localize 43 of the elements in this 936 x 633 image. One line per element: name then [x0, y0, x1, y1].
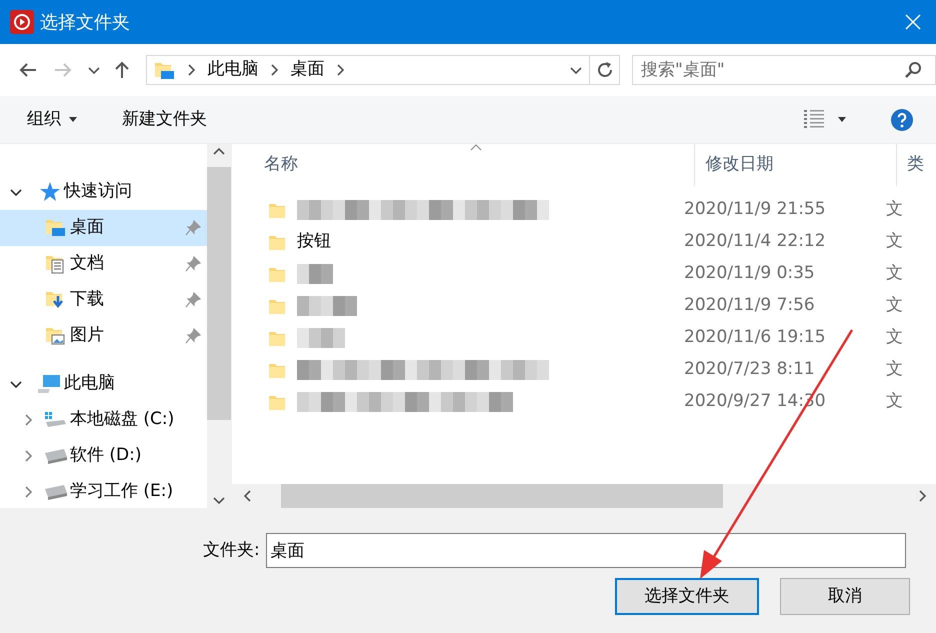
column-header[interactable]: 类 [896, 144, 936, 186]
file-row[interactable]: 2020/7/23 8:11 文 [232, 354, 936, 386]
file-type: 文 [885, 358, 903, 382]
nav-tree-item[interactable]: 文档 [0, 246, 207, 282]
breadcrumb-item[interactable]: 桌面 [290, 57, 324, 83]
file-type: 文 [885, 294, 903, 318]
cancel-button[interactable]: 取消 [780, 578, 910, 615]
column-header[interactable]: 名称 [232, 144, 694, 186]
nav-tree-item[interactable]: 本地磁盘 (C:) [0, 402, 207, 438]
breadcrumb-item[interactable]: 此电脑 [207, 57, 258, 83]
file-type: 文 [885, 326, 903, 350]
folder-name-field[interactable]: 桌面 [266, 533, 906, 568]
new-folder-button[interactable]: 新建文件夹 [122, 106, 207, 132]
file-name: 按钮 [297, 230, 331, 254]
modified-date: 2020/11/9 0:35 [683, 262, 816, 286]
file-row[interactable]: 2020/11/9 21:55 文 [232, 194, 936, 226]
window-title: 选择文件夹 [40, 10, 131, 34]
modified-date: 2020/11/9 21:55 [683, 198, 827, 222]
nav-tree-item[interactable]: 快速访问 [0, 174, 207, 210]
file-type: 文 [885, 262, 903, 286]
nav-tree-item[interactable]: 学习工作 (E:) [0, 474, 207, 510]
address-bar[interactable]: 此电脑 桌面 [146, 55, 590, 85]
select-folder-button[interactable]: 选择文件夹 [615, 578, 759, 615]
nav-tree-item[interactable]: 桌面 [0, 210, 207, 246]
file-row[interactable]: 2020/11/9 7:56 文 [232, 290, 936, 322]
file-row[interactable]: 2020/11/9 0:35 文 [232, 258, 936, 290]
column-header[interactable]: 修改日期 [694, 144, 896, 186]
search-field[interactable]: 搜索"桌面" [632, 55, 936, 85]
file-type: 文 [885, 198, 903, 222]
nav-tree-item[interactable]: 下载 [0, 282, 207, 318]
modified-date: 2020/11/4 22:12 [683, 230, 827, 254]
file-row[interactable]: 2020/11/6 19:15 文 [232, 322, 936, 354]
file-type: 文 [885, 390, 903, 414]
modified-date: 2020/7/23 8:11 [683, 358, 816, 382]
modified-date: 2020/11/6 19:15 [683, 326, 827, 350]
organize-menu-button[interactable]: 组织 [27, 106, 77, 132]
modified-date: 2020/11/9 7:56 [683, 294, 816, 318]
file-type: 文 [885, 230, 903, 254]
file-row[interactable]: 按钮 2020/11/4 22:12 文 [232, 226, 936, 258]
nav-tree-item[interactable]: 图片 [0, 318, 207, 354]
folder-label: 文件夹: [203, 538, 260, 562]
nav-tree-item[interactable]: 此电脑 [0, 366, 207, 402]
nav-tree-item[interactable]: 软件 (D:) [0, 438, 207, 474]
